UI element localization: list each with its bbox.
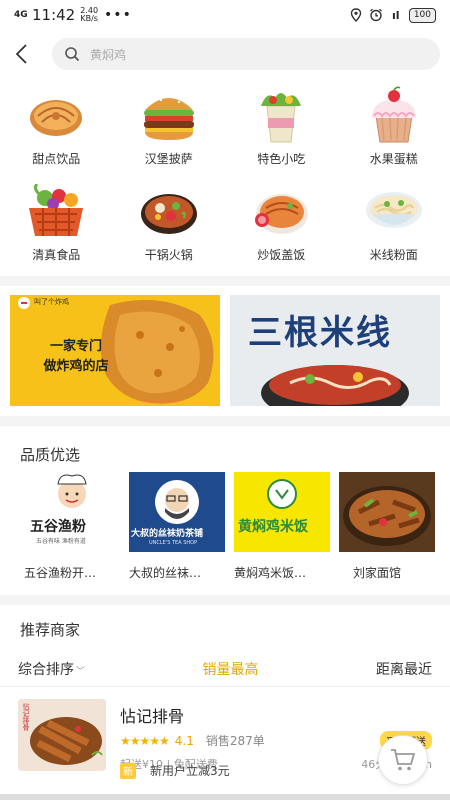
quality-item-name: 五谷渔粉开… xyxy=(24,566,97,580)
cupcake-icon xyxy=(361,84,427,146)
rating-value: 4.1 xyxy=(174,733,194,748)
category-dry-pot-hotpot[interactable]: 干锅火锅 xyxy=(113,180,226,276)
quality-item-name: 黄焖鸡米饭… xyxy=(234,566,307,580)
app-screen: 4G 11:42 2.40 KB/s ••• ıl 100 黄焖鸡 甜点饮品 汉… xyxy=(0,0,450,800)
sales-count: 销售287单 xyxy=(205,734,265,748)
cart-icon xyxy=(391,749,416,771)
location-icon xyxy=(349,8,363,22)
banner-slogan-line2: 做炸鸡的店 xyxy=(43,359,109,374)
status-time: 11:42 xyxy=(32,6,76,24)
stir-fry-photo xyxy=(343,486,431,546)
wrap-snack-icon xyxy=(248,84,314,146)
category-dessert-drinks[interactable]: 甜点饮品 xyxy=(0,84,113,180)
category-label: 米线粉面 xyxy=(369,248,418,262)
shop-thumb-label: 怗记排骨 xyxy=(22,703,30,731)
search-placeholder: 黄焖鸡 xyxy=(90,47,127,62)
quality-item-name: 刘家面馆 xyxy=(353,566,402,580)
rice-plate-icon xyxy=(248,180,314,242)
braised-chicken-logo xyxy=(267,479,297,509)
category-label: 干锅火锅 xyxy=(144,248,193,262)
back-button[interactable] xyxy=(14,39,40,69)
sort-sales[interactable]: 销量最高 xyxy=(203,659,259,679)
shop-sign-sub: UNCLE'S TEA SHOP xyxy=(149,540,198,546)
recommend-section-title: 推荐商家 xyxy=(20,621,81,639)
network-speed-unit: KB/s xyxy=(80,14,98,23)
vegetable-basket-icon xyxy=(23,180,89,242)
banner-slogan-line1: 一家专门 xyxy=(49,339,102,354)
category-label: 汉堡披萨 xyxy=(144,152,193,166)
shop-food-photo xyxy=(339,472,435,552)
rating-stars: ★★★★★ xyxy=(120,733,170,748)
fried-chicken-banner[interactable]: 叫了个炸鸡 一家专门 做炸鸡的店 xyxy=(10,295,220,406)
search-icon xyxy=(65,47,80,62)
shop-sign: 五谷渔粉 xyxy=(30,519,86,535)
promo-banners: 叫了个炸鸡 一家专门 做炸鸡的店 三根米线 xyxy=(0,286,450,416)
status-bar: 4G 11:42 2.40 KB/s ••• ıl 100 xyxy=(0,0,450,30)
alarm-icon xyxy=(369,8,383,22)
search-input[interactable]: 黄焖鸡 xyxy=(52,38,440,70)
rice-noodle-banner[interactable]: 三根米线 xyxy=(230,295,440,406)
shop-sign: 黄焖鸡米饭 xyxy=(238,519,308,535)
shop-logo-image: 大叔的丝袜奶茶铺 UNCLE'S TEA SHOP xyxy=(129,472,225,552)
quality-item[interactable]: 五谷渔粉 五谷有味 渔粉有道 五谷渔粉开… xyxy=(24,472,120,581)
burger-icon xyxy=(136,84,202,146)
battery-indicator: 100 xyxy=(408,7,436,23)
shop-name: 怗记排骨 xyxy=(120,707,185,726)
ribs-photo xyxy=(18,699,106,771)
chevron-down-icon: ﹀ xyxy=(76,666,86,677)
section-divider xyxy=(0,416,450,426)
category-label: 甜点饮品 xyxy=(32,152,81,166)
sort-composite-label: 综合排序 xyxy=(18,661,74,678)
banner-slogan: 一家专门 做炸鸡的店 xyxy=(36,337,116,377)
signal-icon: ıl xyxy=(392,8,400,22)
sort-bar: 综合排序 ﹀ 销量最高 距离最近 xyxy=(0,651,450,687)
section-divider xyxy=(0,276,450,286)
dessert-pastry-icon xyxy=(23,84,89,146)
sort-distance[interactable]: 距离最近 xyxy=(376,659,432,679)
sort-composite[interactable]: 综合排序 ﹀ xyxy=(18,659,85,679)
shop-sign-sub: 五谷有味 渔粉有道 xyxy=(36,538,86,545)
quality-section-title: 品质优选 xyxy=(20,446,81,464)
category-snacks[interactable]: 特色小吃 xyxy=(225,84,338,180)
category-halal[interactable]: 清真食品 xyxy=(0,180,113,276)
back-arrow-icon xyxy=(15,44,27,64)
shop-thumbnail: 怗记排骨 xyxy=(18,699,106,771)
promo-text: 新用户立减3元 xyxy=(150,764,230,778)
quality-item[interactable]: 刘家面馆 xyxy=(339,472,435,581)
shop-sign: 大叔的丝袜奶茶铺 xyxy=(131,529,204,539)
category-grid: 甜点饮品 汉堡披萨 特色小吃 水果蛋糕 清真食品 干锅火锅 炒饭盖饭 米线粉面 xyxy=(0,76,450,276)
noodle-bowl-icon xyxy=(361,180,427,242)
search-header: 黄焖鸡 xyxy=(0,32,450,76)
shop-logo-image: 黄焖鸡米饭 xyxy=(234,472,330,552)
category-fruit-cake[interactable]: 水果蛋糕 xyxy=(338,84,450,180)
category-noodles[interactable]: 米线粉面 xyxy=(338,180,450,276)
network-speed: 2.40 KB/s xyxy=(80,7,98,23)
new-badge: 新 xyxy=(120,762,136,779)
category-burger-pizza[interactable]: 汉堡披萨 xyxy=(113,84,226,180)
cart-button[interactable] xyxy=(378,735,428,785)
noodle-bowl-illustration xyxy=(261,365,409,406)
quality-item[interactable]: 大叔的丝袜奶茶铺 UNCLE'S TEA SHOP 大叔的丝袜… xyxy=(129,472,225,581)
category-label: 特色小吃 xyxy=(257,152,306,166)
category-label: 水果蛋糕 xyxy=(369,152,418,166)
promo-row: 新 新用户立减3元 xyxy=(120,762,230,779)
quality-item-name: 大叔的丝袜… xyxy=(129,566,202,580)
banner-brand: 叫了个炸鸡 xyxy=(34,298,69,306)
bottom-strip xyxy=(0,794,450,800)
category-label: 炒饭盖饭 xyxy=(257,248,306,262)
hotpot-icon xyxy=(136,180,202,242)
category-fried-rice[interactable]: 炒饭盖饭 xyxy=(225,180,338,276)
network-indicator: 4G xyxy=(14,9,28,20)
section-divider xyxy=(0,595,450,605)
quality-list: 五谷渔粉 五谷有味 渔粉有道 五谷渔粉开… 大叔的丝袜奶茶铺 UNCLE'S T… xyxy=(0,472,450,581)
quality-item[interactable]: 黄焖鸡米饭 黄焖鸡米饭… xyxy=(234,472,330,581)
shop-logo-image: 五谷渔粉 五谷有味 渔粉有道 xyxy=(24,472,120,552)
category-label: 清真食品 xyxy=(32,248,81,262)
more-notifications-icon: ••• xyxy=(104,7,132,23)
